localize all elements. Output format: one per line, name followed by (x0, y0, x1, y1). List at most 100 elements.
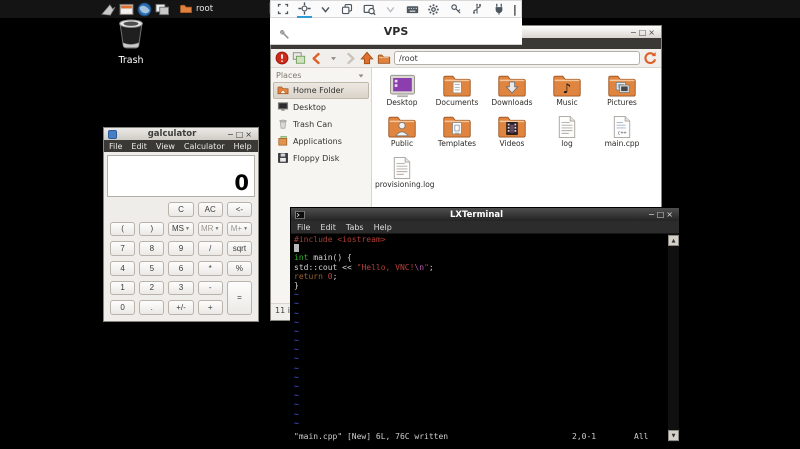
menu-file[interactable]: File (297, 223, 310, 232)
pin-icon[interactable] (278, 25, 290, 37)
file-item-Public[interactable]: Public (375, 112, 429, 148)
calc-button-.[interactable]: . (139, 300, 164, 315)
fullscreen-icon[interactable] (275, 2, 290, 17)
menu-help[interactable]: Help (234, 142, 252, 151)
minimize-button[interactable]: − (648, 210, 657, 219)
forward-icon[interactable] (343, 51, 357, 65)
menu-calculator[interactable]: Calculator (184, 142, 225, 151)
close-button[interactable]: × (648, 28, 657, 37)
pan-icon[interactable] (297, 1, 312, 18)
minimize-button[interactable]: − (630, 28, 639, 37)
launcher-browser-icon[interactable] (136, 1, 152, 17)
keyboard-icon[interactable] (405, 2, 420, 17)
menu-help[interactable]: Help (374, 223, 392, 232)
calc-button-AC[interactable]: AC (198, 202, 223, 217)
calc-button-4[interactable]: 4 (110, 261, 135, 276)
refresh-icon[interactable] (643, 51, 657, 65)
vim-buffer[interactable]: #include <iostream>int main() {std::cout… (291, 234, 668, 442)
launcher-file-manager-icon[interactable] (118, 1, 134, 17)
calc-button-MS[interactable]: MS▼ (168, 222, 193, 237)
launcher-menu-icon[interactable] (100, 1, 116, 17)
back-icon[interactable] (309, 51, 323, 65)
file-item-Videos[interactable]: Videos (485, 112, 539, 148)
close-button[interactable]: × (245, 130, 254, 139)
code-span: } (294, 281, 299, 290)
history-caret-icon[interactable] (326, 51, 340, 65)
screenshot-icon[interactable] (362, 2, 377, 17)
maximize-button[interactable]: □ (639, 28, 649, 37)
calc-button-3[interactable]: 3 (168, 281, 193, 296)
calc-button-)[interactable]: ) (139, 222, 164, 237)
calculator-titlebar[interactable]: galculator −□× (104, 128, 258, 140)
calc-button-%[interactable]: % (227, 261, 252, 276)
window-controls[interactable]: −□× (630, 28, 657, 37)
calc-button-+/-[interactable]: +/- (168, 300, 193, 315)
maximize-button[interactable]: □ (236, 130, 246, 139)
chevron-down-icon[interactable] (318, 2, 333, 17)
calc-button-([interactable]: ( (110, 222, 135, 237)
terminal-scrollbar[interactable]: ▲ ▼ (668, 234, 679, 442)
calc-button-+[interactable]: + (198, 300, 223, 315)
file-item-main.cpp[interactable]: c++main.cpp (595, 112, 649, 148)
sidebar-item-applications[interactable]: Applications (273, 133, 369, 150)
calc-button-9[interactable]: 9 (168, 241, 193, 256)
file-item-Downloads[interactable]: Downloads (485, 71, 539, 107)
menu-edit[interactable]: Edit (131, 142, 147, 151)
calc-button-MR[interactable]: MR▼ (198, 222, 223, 237)
clipboard-icon[interactable] (340, 2, 355, 17)
file-item-Music[interactable]: ♪Music (540, 71, 594, 107)
calc-button-<-[interactable]: <- (227, 202, 252, 217)
launcher-pager-icon[interactable] (154, 1, 170, 17)
task-button-root[interactable]: root (175, 1, 217, 17)
file-item-provisioning.log[interactable]: provisioning.log (375, 153, 429, 189)
calc-button-5[interactable]: 5 (139, 261, 164, 276)
menu-tabs[interactable]: Tabs (346, 223, 364, 232)
window-controls[interactable]: −□× (648, 210, 675, 219)
places-header[interactable]: Places (271, 69, 371, 82)
menu-file[interactable]: File (109, 142, 122, 151)
sidebar-item-floppy-disk[interactable]: Floppy Disk (273, 150, 369, 167)
home-icon[interactable] (377, 51, 391, 65)
sidebar-item-desktop[interactable]: Desktop (273, 99, 369, 116)
file-item-Templates[interactable]: Templates (430, 112, 484, 148)
chevron-down-2-icon[interactable] (383, 2, 398, 17)
calc-button-8[interactable]: 8 (139, 241, 164, 256)
sidebar-item-trash-can[interactable]: Trash Can (273, 116, 369, 133)
usb-icon[interactable] (470, 2, 485, 17)
new-window-icon[interactable] (292, 51, 306, 65)
calc-button-M+[interactable]: M+▼ (227, 222, 252, 237)
calc-button-*[interactable]: * (198, 261, 223, 276)
close-button[interactable]: × (666, 210, 675, 219)
file-item-Desktop[interactable]: Desktop (375, 71, 429, 107)
settings-gear-icon[interactable] (426, 2, 441, 17)
path-input[interactable] (394, 51, 640, 65)
scroll-up-icon[interactable]: ▲ (668, 235, 679, 246)
terminal-titlebar[interactable]: LXTerminal −□× (291, 208, 679, 221)
calc-button-1[interactable]: 1 (110, 281, 135, 296)
sidebar-item-home-folder[interactable]: Home Folder (273, 82, 369, 99)
file-item-Documents[interactable]: Documents (430, 71, 484, 107)
trash-desktop-icon[interactable]: Trash (106, 18, 156, 66)
scroll-down-icon[interactable]: ▼ (668, 430, 679, 441)
up-icon[interactable] (360, 51, 374, 65)
stop-icon[interactable] (275, 51, 289, 65)
calc-button-sqrt[interactable]: sqrt (227, 241, 252, 256)
calc-button-7[interactable]: 7 (110, 241, 135, 256)
calc-button-6[interactable]: 6 (168, 261, 193, 276)
calc-button--[interactable]: - (198, 281, 223, 296)
calc-button-0[interactable]: 0 (110, 300, 135, 315)
maximize-button[interactable]: □ (657, 210, 667, 219)
key-icon[interactable] (448, 2, 463, 17)
calc-button-2[interactable]: 2 (139, 281, 164, 296)
power-plug-icon[interactable] (491, 2, 506, 17)
places-caret-icon[interactable] (357, 72, 365, 80)
minimize-button[interactable]: − (227, 130, 236, 139)
calc-button-C[interactable]: C (168, 202, 193, 217)
menu-edit[interactable]: Edit (320, 223, 336, 232)
calc-button-/[interactable]: / (198, 241, 223, 256)
menu-view[interactable]: View (156, 142, 175, 151)
file-item-log[interactable]: log (540, 112, 594, 148)
window-controls[interactable]: −□× (227, 130, 254, 139)
file-item-Pictures[interactable]: Pictures (595, 71, 649, 107)
calc-button-=[interactable]: = (227, 281, 252, 315)
